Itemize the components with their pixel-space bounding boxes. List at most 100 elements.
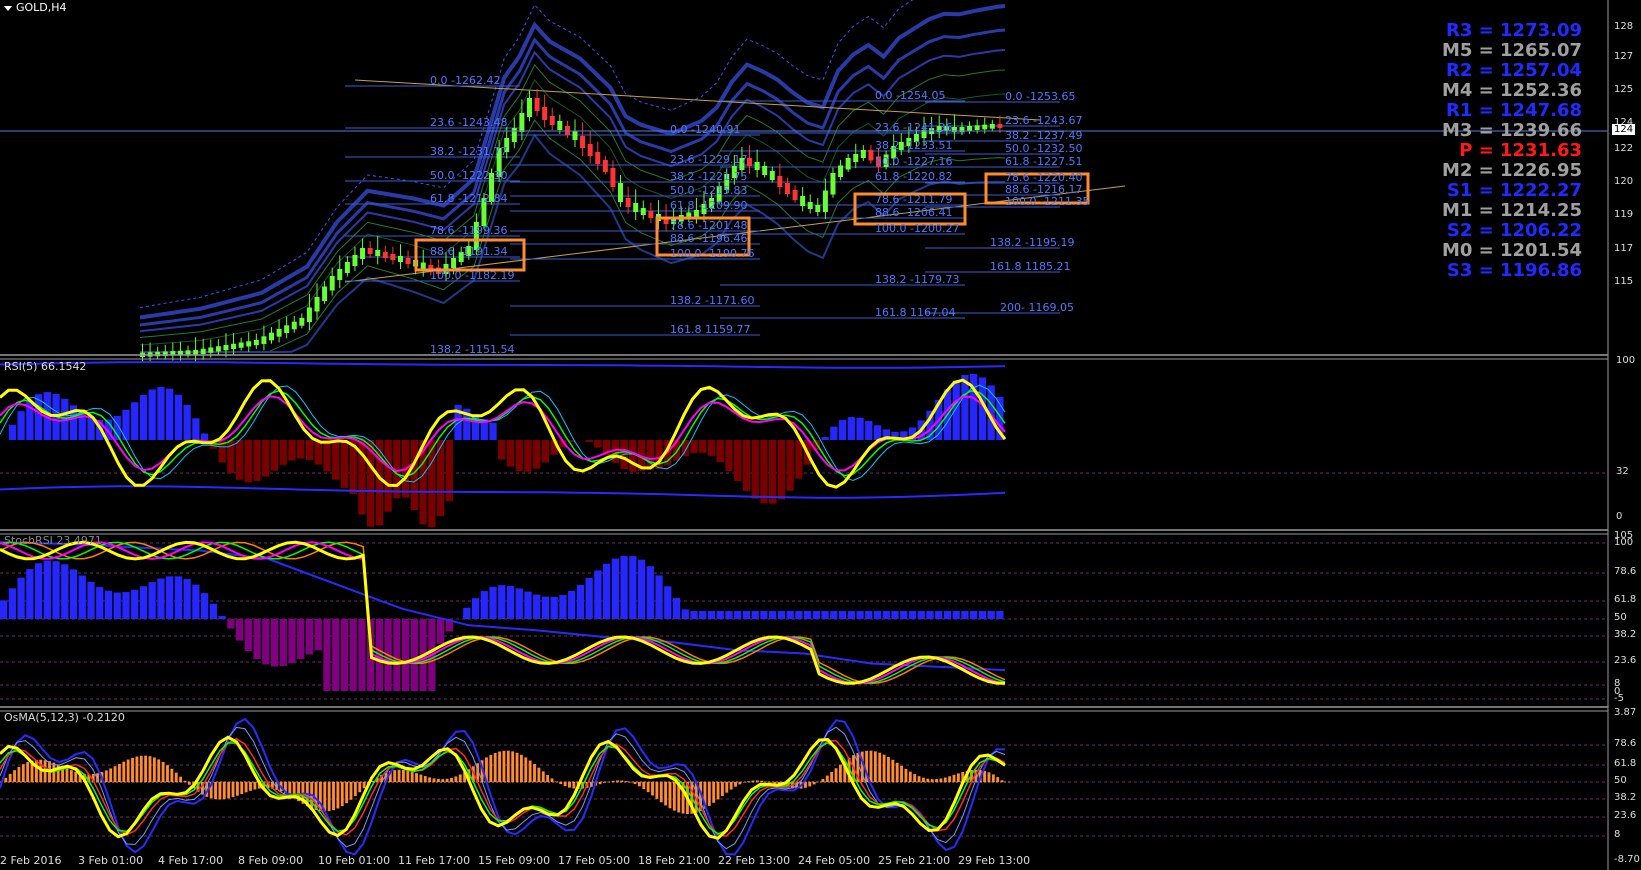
stoch-histogram-bar — [804, 611, 812, 619]
candle-body — [633, 203, 639, 212]
osma-histogram-bar — [231, 782, 235, 798]
osma-histogram-bar — [157, 759, 161, 782]
rsi-histogram-bar — [760, 440, 768, 504]
fib-level-label: 0.0 -1240.91 — [670, 123, 741, 136]
stoch-histogram-bar — [323, 619, 331, 691]
current-price-tag: 124 — [1612, 124, 1636, 135]
osma-histogram-bar — [725, 782, 729, 793]
stoch-histogram-bar — [734, 611, 742, 619]
candle-body — [967, 126, 973, 131]
stoch-histogram-bar — [935, 611, 943, 619]
stoch-histogram-bar — [402, 619, 410, 691]
stoch-histogram-bar — [227, 619, 235, 629]
osma-axis-label: 8 — [1614, 829, 1621, 840]
osma-histogram-bar — [939, 778, 943, 782]
fib-level-label: 61.8 -1220.82 — [875, 170, 953, 183]
rsi-histogram-bar — [515, 440, 523, 472]
fib-level-label: 100.0 -1190.76 — [670, 247, 755, 260]
stoch-histogram-bar — [506, 585, 515, 619]
fib-level-label: 100.0 -1200.27 — [875, 222, 960, 235]
candle-body — [982, 124, 988, 130]
osma-histogram-bar — [869, 750, 873, 782]
osma-histogram-bar — [624, 781, 628, 782]
osma-histogram-bar — [506, 750, 510, 782]
stoch-histogram-bar — [996, 611, 1004, 619]
osma-histogram-bar — [651, 782, 654, 796]
stoch-histogram-bar — [821, 611, 829, 619]
stoch-histogram-bar — [139, 586, 148, 619]
osma-histogram-bar — [323, 782, 327, 812]
candle-body — [580, 136, 586, 148]
time-axis-label: 17 Feb 05:00 — [558, 854, 631, 867]
osma-histogram-bar — [126, 759, 130, 782]
price-axis-label: 115 — [1614, 276, 1634, 287]
rsi-histogram-bar — [830, 426, 838, 440]
osma-histogram-bar — [742, 782, 746, 783]
chart-canvas[interactable] — [0, 0, 1641, 870]
fib-level-label: 0.0 -1253.65 — [1005, 90, 1076, 103]
fib-level-label: 88.6 -1191.34 — [430, 245, 508, 258]
osma-histogram-bar — [187, 782, 191, 785]
osma-histogram-bar — [568, 782, 571, 788]
osma-histogram-bar — [214, 782, 217, 800]
candle-body — [792, 190, 798, 200]
candle-body — [868, 150, 874, 161]
osma-histogram-bar — [179, 776, 183, 782]
candle-body — [382, 252, 388, 258]
candle-body — [322, 286, 328, 301]
osma-histogram-bar — [838, 764, 842, 782]
time-axis-label: 29 Feb 13:00 — [958, 854, 1031, 867]
osma-histogram-bar — [751, 780, 755, 782]
osma-histogram-bar — [428, 777, 432, 782]
stoch-histogram-bar — [393, 619, 401, 691]
osma-histogram-bar — [445, 778, 449, 782]
osma-histogram-bar — [489, 754, 493, 782]
rsi-histogram-bar — [498, 440, 506, 460]
osma-histogram-bar — [948, 776, 952, 782]
stoch-axis-label: 61.8 — [1614, 594, 1637, 605]
osma-histogram-bar — [812, 782, 816, 785]
stoch-histogram-bar — [742, 611, 751, 619]
rsi-histogram-bar — [174, 394, 183, 440]
rsi-histogram-bar — [873, 425, 882, 440]
osma-axis-label: 3.87 — [1614, 707, 1637, 718]
stoch-histogram-bar — [253, 619, 261, 660]
stoch-histogram-bar — [838, 611, 847, 619]
pivot-level-label: R1 = 1247.68 — [1446, 100, 1582, 121]
rsi-histogram-bar — [384, 440, 392, 512]
osma-histogram-bar — [541, 771, 545, 782]
stoch-histogram-bar — [559, 594, 567, 619]
pivot-level-label: M2 = 1226.95 — [1441, 160, 1582, 181]
candle-body — [784, 183, 790, 194]
stoch-histogram-bar — [716, 611, 724, 619]
rsi-histogram-bar — [847, 417, 855, 440]
osma-histogram-bar — [642, 782, 646, 790]
dropdown-triangle-icon[interactable] — [4, 5, 12, 11]
rsi-histogram-bar — [489, 422, 497, 440]
osma-histogram-bar — [410, 771, 414, 782]
fib-level-label: 161.8 1159.77 — [670, 323, 751, 336]
stoch-histogram-bar — [270, 619, 279, 667]
stoch-histogram-bar — [26, 569, 34, 619]
osma-histogram-bar — [935, 779, 938, 782]
stoch-histogram-bar — [471, 598, 480, 619]
candle-body — [974, 125, 980, 130]
osma-histogram-bar — [712, 782, 716, 803]
osma-histogram-bar — [572, 782, 576, 789]
osma-histogram-bar — [26, 762, 30, 782]
symbol-title[interactable]: GOLD,H4 — [4, 1, 67, 14]
osma-histogram-bar — [122, 761, 126, 782]
stoch-histogram-bar — [349, 619, 357, 691]
stoch-histogram-bar — [0, 600, 8, 619]
rsi-histogram-bar — [262, 440, 270, 477]
osma-histogram-bar — [174, 772, 178, 782]
candle-body — [747, 158, 753, 166]
fib-level-label: 50.0 -1227.16 — [875, 155, 953, 168]
stoch-histogram-bar — [961, 611, 969, 619]
candle-body — [625, 198, 631, 207]
candle-body — [610, 168, 616, 187]
osma-histogram-bar — [240, 782, 244, 795]
fib-level-label: 88.6 -1206.41 — [875, 206, 953, 219]
rsi-histogram-bar — [786, 440, 794, 491]
candle-body — [838, 165, 844, 177]
